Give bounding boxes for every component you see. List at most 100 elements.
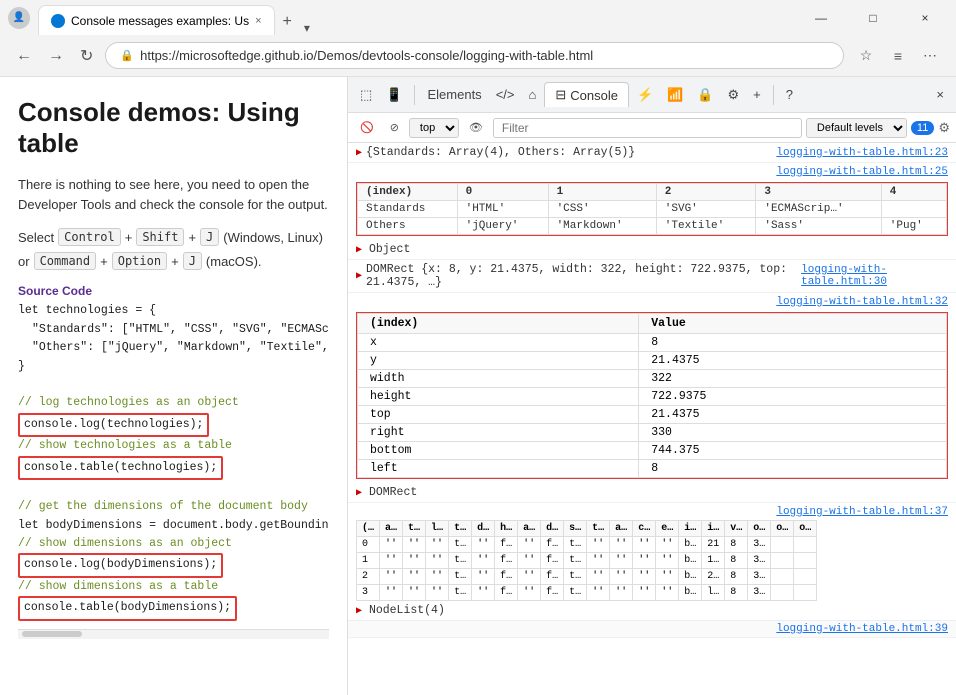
entry-4-file-link[interactable]: logging-with-table.html:32	[776, 296, 948, 308]
new-tab-button[interactable]: +	[275, 9, 300, 35]
maximize-button[interactable]: □	[850, 0, 896, 35]
devtools-close-button[interactable]: ×	[930, 83, 950, 106]
elements-tab[interactable]: Elements	[421, 83, 487, 106]
performance-tab[interactable]: ⚡	[631, 83, 659, 107]
object-expand-arrow[interactable]: ▶	[356, 245, 362, 256]
entry-2-link: logging-with-table.html:25	[348, 163, 956, 180]
td-height: height	[358, 388, 639, 406]
td-bottom-val: 744.375	[639, 442, 947, 460]
clear-console-button[interactable]: 🚫	[354, 119, 380, 136]
list-item: 0 '' '' '' t… '' f… '' f… t… ''	[357, 537, 817, 553]
object-expand-row[interactable]: ▶ Object	[348, 240, 956, 259]
back-button[interactable]: ←	[12, 43, 36, 69]
shift-key: Shift	[136, 228, 184, 246]
expand-arrow-3[interactable]: ▶	[356, 270, 362, 282]
bottom-file-link[interactable]: logging-with-table.html:39	[776, 623, 948, 635]
log-level-selector[interactable]: Default levels	[806, 118, 907, 138]
console-entry-3: ▶ DOMRect {x: 8, y: 21.4375, width: 322,…	[348, 260, 956, 293]
nodelist-expand-row[interactable]: ▶ NodeList(4)	[348, 601, 956, 620]
url-bar[interactable]: 🔒 https://microsoftedge.github.io/Demos/…	[105, 42, 844, 69]
settings-tab[interactable]: ⚙	[722, 83, 746, 107]
td-standards-index: Standards	[358, 201, 458, 218]
sources-tab[interactable]: </>	[490, 83, 521, 106]
or-text: or	[18, 254, 30, 269]
domrect-expand-arrow[interactable]: ▶	[356, 488, 362, 499]
left-panel-scrollbar[interactable]	[18, 629, 329, 639]
read-view-icon[interactable]: ≡	[884, 42, 912, 70]
nl-th-6: h…	[495, 521, 518, 537]
code-line-4: }	[18, 358, 329, 376]
code-block: let technologies = { "Standards": ["HTML…	[18, 302, 329, 620]
filter-input[interactable]	[493, 118, 802, 138]
console-entry-4: logging-with-table.html:32 (index) Value…	[348, 293, 956, 503]
entry-1-link[interactable]: logging-with-table.html:23	[776, 147, 948, 159]
td-width-val: 322	[639, 370, 947, 388]
shortcut1-suffix: (Windows, Linux)	[223, 230, 323, 245]
source-label: Source Code	[18, 284, 329, 298]
td-y-val: 21.4375	[639, 352, 947, 370]
nl-th-14: i…	[679, 521, 702, 537]
eye-button[interactable]: 👁	[463, 119, 489, 136]
tech-table-inner: (index) 0 1 2 3 4 Standards 'HTM	[357, 183, 947, 235]
more-tabs-button[interactable]: +	[747, 83, 767, 106]
address-bar: ← → ↻ 🔒 https://microsoftedge.github.io/…	[0, 35, 956, 77]
security-tab[interactable]: 🔒	[691, 83, 719, 107]
console-tab[interactable]: ⊟ Console	[544, 82, 629, 107]
th-index-2: (index)	[358, 314, 639, 334]
tab-close-button[interactable]: ×	[255, 15, 261, 27]
browser-tab[interactable]: Console messages examples: Us ×	[38, 5, 275, 35]
td-others-0: 'jQuery'	[457, 218, 548, 235]
plus1: +	[125, 230, 133, 245]
code-highlight-box-1: console.log(technologies);	[18, 413, 209, 437]
shortcut-row-1: Select Control + Shift + J (Windows, Lin…	[18, 228, 329, 246]
forward-button[interactable]: →	[44, 43, 68, 69]
td-left: left	[358, 460, 639, 478]
toolbar-separator-1	[414, 85, 415, 105]
minimize-button[interactable]: —	[798, 0, 844, 35]
favorites-icon[interactable]: ☆	[852, 42, 880, 70]
console-output: ▶ {Standards: Array(4), Others: Array(5)…	[348, 143, 956, 695]
nodelist-expand-arrow[interactable]: ▶	[356, 606, 362, 617]
entry-3-header[interactable]: ▶ DOMRect {x: 8, y: 21.4375, width: 322,…	[348, 260, 956, 292]
scrollbar-thumb	[22, 631, 82, 637]
nl-th-3: l…	[426, 521, 449, 537]
tab-title: Console messages examples: Us	[71, 14, 249, 28]
nl-th-8: d…	[541, 521, 564, 537]
filter-settings-button[interactable]: ⊘	[384, 119, 405, 136]
console-settings-icon[interactable]: ⚙	[938, 120, 950, 136]
window-controls: — □ ×	[798, 0, 948, 35]
domrect-expand-row[interactable]: ▶ DOMRect	[348, 483, 956, 502]
td-standards-1: 'CSS'	[548, 201, 656, 218]
context-selector[interactable]: top	[409, 118, 459, 138]
entry-1-header[interactable]: ▶ {Standards: Array(4), Others: Array(5)…	[348, 143, 956, 162]
collections-icon[interactable]: ⋯	[916, 42, 944, 70]
nl-th-18: o…	[771, 521, 794, 537]
table-row: Others 'jQuery' 'Markdown' 'Textile' 'Sa…	[358, 218, 947, 235]
toolbar-separator-2	[773, 85, 774, 105]
td-top: top	[358, 406, 639, 424]
inspect-element-button[interactable]: ⬚	[354, 83, 378, 107]
ctrl-key: Control	[58, 228, 121, 246]
close-button[interactable]: ×	[902, 0, 948, 35]
code-highlight-1: console.log(technologies);	[18, 413, 329, 437]
list-item: 1 '' '' '' t… '' f… '' f… t… ''	[357, 553, 817, 569]
code-comment-4: // show dimensions as an object	[18, 535, 329, 553]
entry-5-file-link[interactable]: logging-with-table.html:37	[776, 506, 948, 518]
tab-dropdown[interactable]: ▾	[300, 21, 314, 35]
entry-3-link[interactable]: logging-with-table.html:30	[801, 264, 948, 288]
home-tab[interactable]: ⌂	[522, 83, 542, 106]
code-comment-2: // show technologies as a table	[18, 437, 329, 455]
help-button[interactable]: ?	[780, 83, 799, 106]
td-right-val: 330	[639, 424, 947, 442]
nl-th-9: s…	[564, 521, 587, 537]
refresh-button[interactable]: ↻	[76, 42, 97, 70]
code-line-blank	[18, 480, 329, 498]
code-highlight-2: console.table(technologies);	[18, 456, 329, 480]
device-emulation-button[interactable]: 📱	[380, 83, 408, 107]
option-key: Option	[112, 252, 167, 270]
network-tab[interactable]: 📶	[661, 83, 689, 107]
nodelist-label: NodeList(4)	[369, 604, 445, 617]
th-3: 3	[756, 184, 881, 201]
expand-arrow-1[interactable]: ▶	[356, 147, 362, 159]
entry-2-file-link[interactable]: logging-with-table.html:25	[776, 166, 948, 178]
